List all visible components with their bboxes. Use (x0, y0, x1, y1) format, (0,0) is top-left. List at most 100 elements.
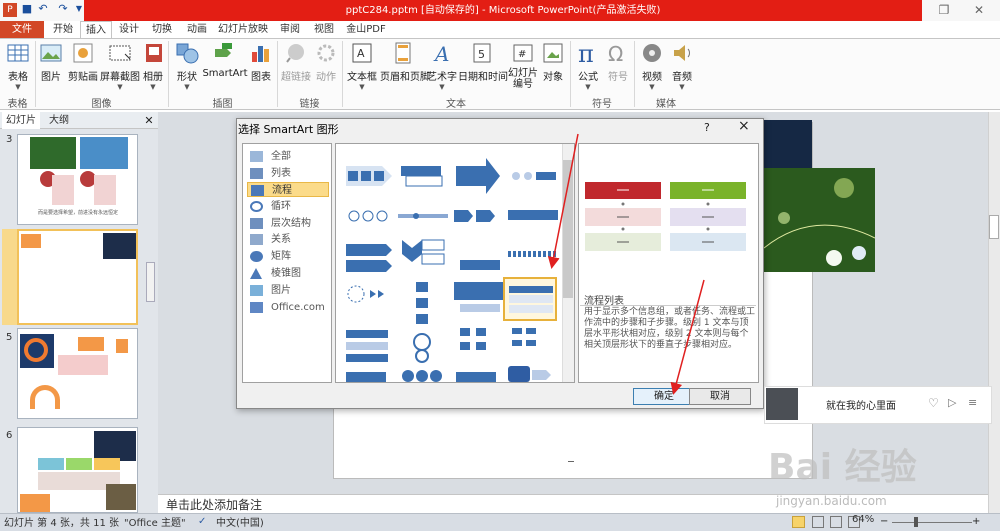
symbol-button[interactable]: Ω 符号 (604, 40, 632, 83)
category-picture[interactable]: 图片 (247, 283, 329, 298)
layout-chevron-list[interactable] (346, 244, 392, 272)
svg-text:π: π (578, 40, 594, 66)
pyramid-icon (250, 268, 262, 279)
pane-scrollbar-thumb[interactable] (146, 262, 155, 302)
layout-bottom-3[interactable] (456, 372, 496, 383)
layout-list-blocks[interactable] (512, 328, 536, 346)
matrix-icon (250, 251, 263, 262)
tab-view[interactable]: 视图 (308, 21, 340, 39)
layout-grid-process[interactable] (460, 328, 486, 350)
close-pane-icon[interactable]: ✕ (142, 112, 156, 129)
tab-slideshow[interactable]: 幻灯片放映 (216, 21, 270, 39)
layout-basic-timeline[interactable] (346, 330, 388, 362)
hyperlink-button[interactable]: 超链接 (280, 40, 312, 83)
category-pyramid[interactable]: 棱锥图 (247, 266, 329, 281)
menu-icon[interactable]: ≡ (968, 396, 977, 409)
category-list-item[interactable]: 列表 (247, 166, 329, 181)
annotation-arrows (547, 133, 705, 395)
tab-transitions[interactable]: 切换 (146, 21, 178, 39)
slide-thumbnail-3[interactable]: 而是要选择希望，前进没有永远恒定 (17, 134, 138, 225)
group-label-media: 媒体 (656, 99, 676, 110)
zoom-out-icon[interactable]: − (880, 517, 890, 527)
zoom-in-icon[interactable]: + (972, 517, 982, 527)
tab-slides[interactable]: 幻灯片 (2, 112, 40, 129)
notes-placeholder[interactable]: 单击此处添加备注 (166, 496, 262, 513)
category-process[interactable]: 流程 (247, 182, 329, 197)
layout-step-list[interactable] (401, 166, 443, 187)
layout-stair[interactable] (460, 260, 500, 270)
textbox-button[interactable]: A 文本框 ▼ (345, 40, 379, 91)
layout-line-process[interactable] (398, 213, 448, 219)
slide-number-button[interactable]: # 幻灯片 编号 (507, 40, 539, 90)
audio-button[interactable]: 音频 ▼ (668, 40, 696, 91)
heart-icon[interactable]: ♡ (928, 396, 939, 410)
tab-animations[interactable]: 动画 (180, 21, 214, 39)
restore-icon[interactable]: ❐ (930, 0, 958, 21)
zoom-slider[interactable] (892, 522, 972, 523)
slide-shape (21, 234, 41, 248)
slide-image (80, 137, 128, 169)
layout-basic-chevron[interactable] (346, 166, 392, 186)
album-button[interactable]: 相册 ▼ (141, 40, 165, 91)
layout-bottom-2[interactable] (402, 370, 442, 382)
scrollbar-thumb[interactable] (989, 215, 999, 239)
tab-kingsoft-pdf[interactable]: 金山PDF (342, 21, 390, 39)
language-status[interactable]: 中文(中国) (216, 514, 264, 529)
tab-design[interactable]: 设计 (114, 21, 144, 39)
action-button[interactable]: 动作 (313, 40, 339, 83)
slide-thumbnail-6[interactable] (17, 427, 138, 513)
layout-circle-process[interactable] (348, 210, 388, 222)
theme-status: "Office 主题" (124, 518, 186, 529)
slide-thumbnail-4[interactable] (17, 229, 138, 325)
undo-icon[interactable]: ↶ (36, 2, 50, 16)
vertical-scrollbar[interactable] (988, 112, 1000, 513)
category-relationship[interactable]: 关系 (247, 232, 329, 247)
picture-button[interactable]: 图片 (37, 40, 65, 83)
tab-file[interactable]: 文件 (0, 21, 44, 39)
category-cycle[interactable]: 循环 (247, 199, 329, 214)
layout-vertical-process[interactable] (416, 282, 428, 324)
category-office-com[interactable]: Office.com (247, 300, 329, 315)
tab-outline[interactable]: 大纲 (44, 112, 74, 129)
chart-button[interactable]: 图表 (248, 40, 274, 83)
slide-sorter-icon[interactable] (812, 516, 824, 528)
play-icon[interactable]: ▷ (948, 396, 956, 409)
baidu-watermark: Bai 经验 jingyan.baidu.com (768, 418, 988, 514)
layout-bottom-1[interactable] (346, 372, 386, 383)
video-button[interactable]: 视频 ▼ (638, 40, 666, 91)
datetime-button[interactable]: 5 日期和时间 (458, 40, 508, 83)
tab-insert[interactable]: 插入 (80, 21, 112, 39)
save-icon[interactable]: ■ (20, 2, 34, 16)
watermark-brand: Bai 经验 (768, 447, 917, 488)
zoom-slider-thumb[interactable] (914, 517, 918, 527)
zoom-level[interactable]: 64% (852, 514, 874, 525)
category-hierarchy[interactable]: 层次结构 (247, 216, 329, 231)
slide-thumbnail-5[interactable] (17, 328, 138, 419)
slide-image (94, 431, 136, 461)
tab-home[interactable]: 开始 (46, 21, 80, 39)
shapes-button[interactable]: 形状 ▼ (172, 40, 202, 91)
tab-review[interactable]: 审阅 (274, 21, 306, 39)
wordart-button[interactable]: A 艺术字 ▼ (427, 40, 457, 91)
normal-view-icon[interactable] (792, 516, 805, 528)
equation-button[interactable]: π 公式 ▼ (574, 40, 602, 91)
dialog-close-icon[interactable]: × (738, 118, 750, 134)
object-button[interactable]: 对象 (540, 40, 566, 83)
layout-arrow-process[interactable] (454, 210, 495, 222)
table-button[interactable]: 表格 ▼ (2, 40, 34, 91)
category-matrix[interactable]: 矩阵 (247, 249, 329, 264)
redo-icon[interactable]: ↷ (56, 2, 70, 16)
close-window-icon[interactable]: ✕ (965, 0, 993, 21)
category-all[interactable]: 全部 (247, 149, 329, 164)
spellcheck-icon[interactable]: ✓ (198, 516, 210, 528)
clipart-button[interactable]: 剪贴画 (66, 40, 100, 83)
layout-circle-arrows[interactable] (347, 285, 384, 303)
layout-arrow[interactable] (456, 158, 500, 194)
layout-spiral[interactable] (413, 333, 431, 363)
reading-view-icon[interactable] (830, 516, 842, 528)
smartart-button[interactable]: SmartArt (202, 40, 248, 79)
layout-vertical-chevron[interactable] (402, 239, 445, 265)
layout-up-arrow[interactable] (454, 282, 504, 312)
screenshot-button[interactable]: 屏幕截图 ▼ (100, 40, 140, 91)
header-footer-button[interactable]: 页眉和页脚 (380, 40, 430, 83)
